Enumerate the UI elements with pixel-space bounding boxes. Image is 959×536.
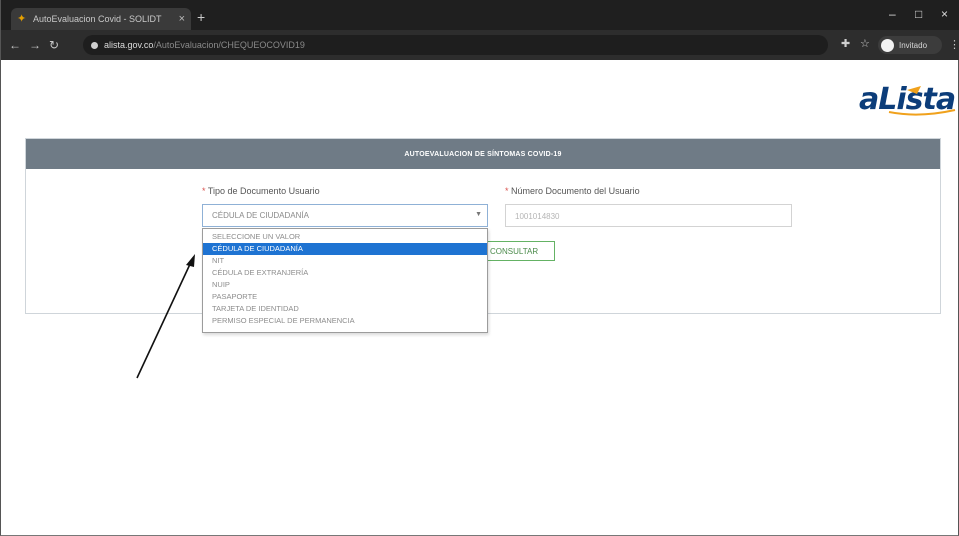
maximize-button[interactable]: □ [915, 7, 922, 21]
back-arrow-icon[interactable]: ← [9, 38, 21, 52]
close-window-button[interactable]: × [941, 7, 948, 21]
dropdown-option[interactable]: NIT [203, 255, 487, 267]
url-host: alista.gov.co [104, 40, 154, 50]
alista-logo: aLista [859, 82, 959, 122]
dropdown-option[interactable]: NUIP [203, 279, 487, 291]
bookmark-star-icon[interactable]: ☆ [860, 38, 870, 50]
form-title: AUTOEVALUACION DE SÍNTOMAS COVID-19 [404, 150, 562, 158]
form-header: AUTOEVALUACION DE SÍNTOMAS COVID-19 [26, 139, 940, 169]
minimize-button[interactable]: – [889, 7, 896, 21]
annotation-arrow-icon [136, 254, 195, 379]
dropdown-option[interactable]: PASAPORTE [203, 291, 487, 303]
dropdown-option[interactable]: TARJETA DE IDENTIDAD [203, 303, 487, 315]
profile-button[interactable]: Invitado [878, 36, 942, 54]
extension-icon[interactable]: ✚ [841, 38, 850, 50]
favicon-icon: ✦ [17, 12, 27, 25]
doc-type-label: Tipo de Documento Usuario [207, 186, 320, 196]
browser-tab[interactable]: ✦ AutoEvaluacion Covid - SOLIDT × [11, 8, 191, 30]
dropdown-option[interactable]: CÉDULA DE EXTRANJERÍA [203, 267, 487, 279]
lock-icon [91, 41, 98, 49]
dropdown-option[interactable]: SELECCIONE UN VALOR [203, 231, 487, 243]
address-bar[interactable]: alista.gov.co /AutoEvaluacion/CHEQUEOCOV… [83, 35, 828, 55]
browser-window: ✦ AutoEvaluacion Covid - SOLIDT × + – □ … [0, 0, 959, 536]
doc-type-label-wrap: * Tipo de Documento Usuario [202, 186, 320, 196]
tab-bar: ✦ AutoEvaluacion Covid - SOLIDT × + – □ … [1, 0, 959, 30]
browser-menu-icon[interactable]: ⋮ [949, 38, 959, 51]
dropdown-option[interactable]: PERMISO ESPECIAL DE PERMANENCIA [203, 315, 487, 327]
doc-number-label-wrap: * Número Documento del Usuario [505, 186, 640, 196]
tab-close-icon[interactable]: × [179, 13, 185, 25]
url-path: /AutoEvaluacion/CHEQUEOCOVID19 [153, 40, 305, 50]
dropdown-option-selected[interactable]: CÉDULA DE CIUDADANÍA [203, 243, 487, 255]
reload-icon[interactable]: ↻ [49, 38, 59, 52]
tab-title: AutoEvaluacion Covid - SOLIDT [33, 14, 162, 24]
doc-type-selected-value: CÉDULA DE CIUDADANÍA [212, 211, 309, 220]
avatar [881, 38, 894, 52]
profile-name: Invitado [899, 40, 928, 50]
doc-type-select[interactable]: CÉDULA DE CIUDADANÍA ▼ [202, 204, 488, 227]
doc-number-input[interactable]: 1001014830 [505, 204, 792, 227]
new-tab-button[interactable]: + [197, 10, 205, 24]
forward-arrow-icon[interactable]: → [29, 38, 41, 52]
logo-swoosh-icon [888, 86, 956, 116]
doc-type-dropdown: SELECCIONE UN VALOR CÉDULA DE CIUDADANÍA… [202, 228, 488, 333]
required-mark: * [202, 186, 206, 196]
chevron-down-icon: ▼ [475, 211, 482, 218]
consult-button-label: CONSULTAR [490, 247, 539, 256]
doc-number-label: Número Documento del Usuario [511, 186, 640, 196]
doc-number-value: 1001014830 [515, 212, 560, 221]
required-mark: * [505, 186, 509, 196]
